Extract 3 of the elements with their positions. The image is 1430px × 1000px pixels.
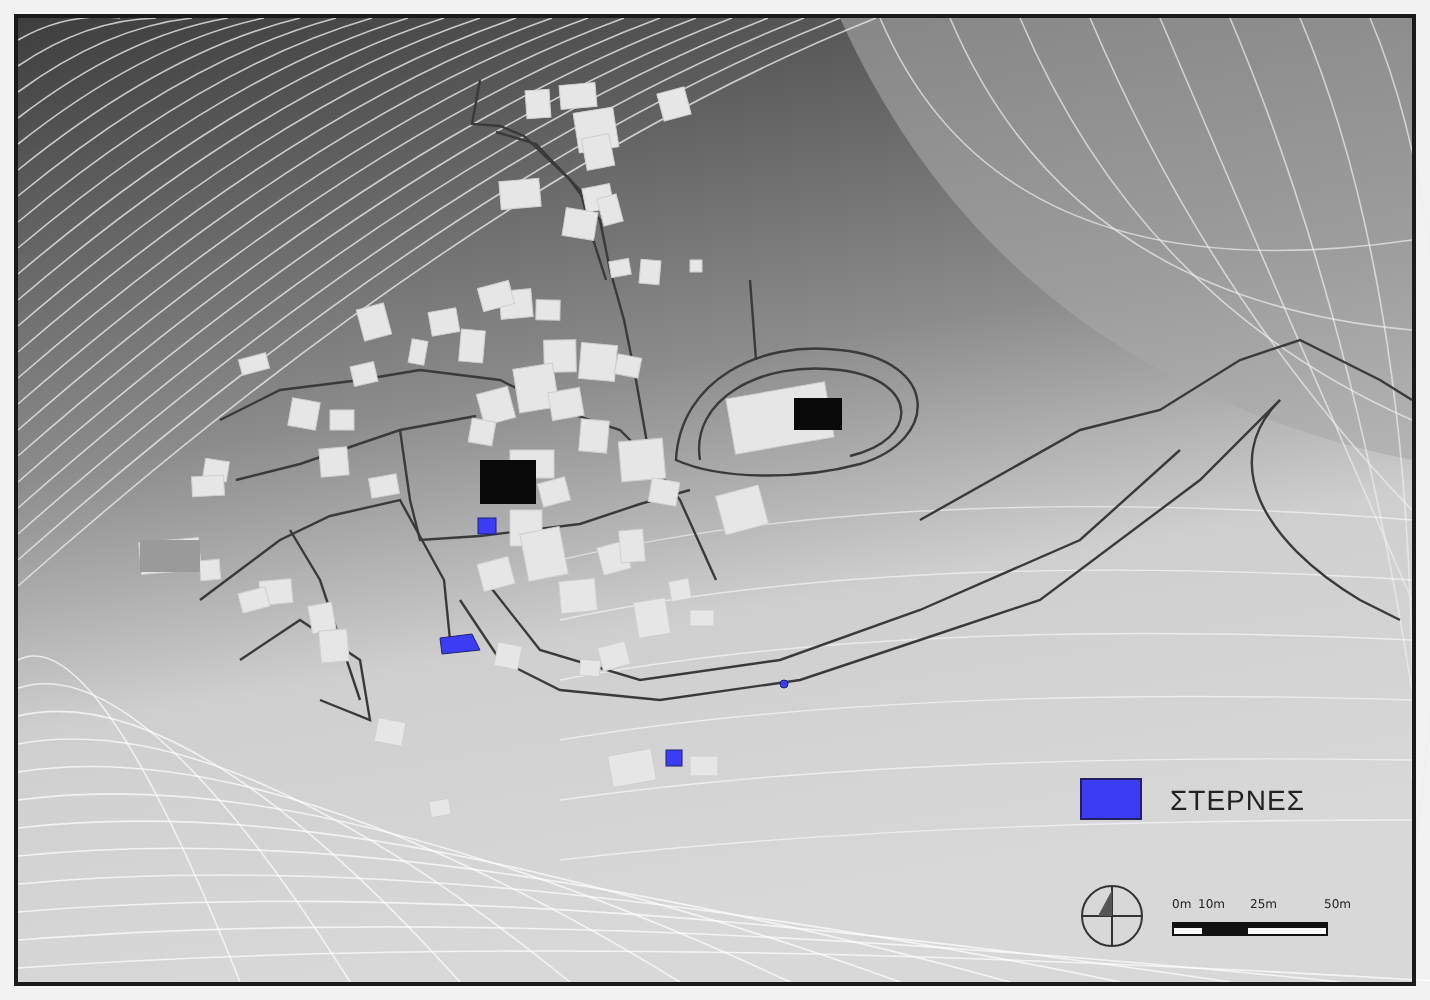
- scale-bar-icon: [1172, 922, 1328, 936]
- north-arrow-icon: [1078, 882, 1146, 950]
- legend-label: ΣΤΕΡΝΕΣ: [1170, 783, 1305, 815]
